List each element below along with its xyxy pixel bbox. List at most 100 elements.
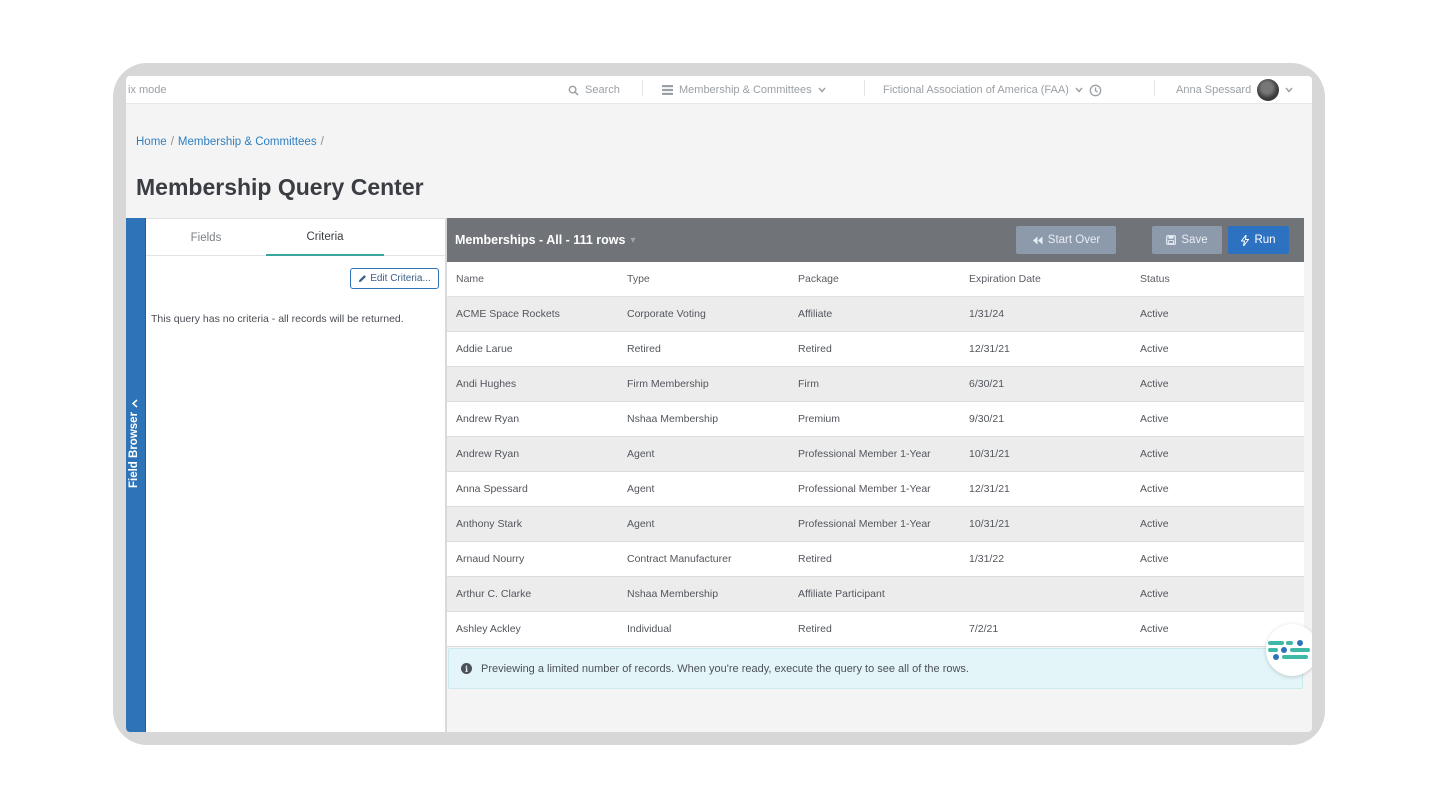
table-row[interactable]: Addie Larue Retired Retired 12/31/21 Act…: [447, 331, 1304, 367]
cell-package: Retired: [789, 611, 960, 647]
cell-expiration-date: 7/2/21: [960, 611, 1131, 647]
cell-package: Affiliate Participant: [789, 576, 960, 612]
cell-type: Nshaa Membership: [618, 576, 789, 612]
column-header-package[interactable]: Package: [789, 262, 960, 297]
cell-expiration-date: 1/31/22: [960, 541, 1131, 577]
save-icon: [1166, 235, 1177, 245]
no-criteria-message: This query has no criteria - all records…: [151, 313, 404, 325]
cell-name: ACME Space Rockets: [447, 296, 618, 332]
cell-package: Premium: [789, 401, 960, 437]
results-title[interactable]: Memberships - All - 111 rows ▾: [455, 233, 635, 247]
cell-status: Active: [1131, 401, 1304, 437]
cell-expiration-date: 1/31/24: [960, 296, 1131, 332]
cell-status: Active: [1131, 436, 1304, 472]
breadcrumb-home-link[interactable]: Home: [136, 136, 167, 148]
chevron-down-icon: [818, 87, 826, 93]
cell-type: Corporate Voting: [618, 296, 789, 332]
cell-expiration-date: 10/31/21: [960, 506, 1131, 542]
table-row[interactable]: Arthur C. Clarke Nshaa Membership Affili…: [447, 576, 1304, 612]
field-browser-toggle[interactable]: Field Browser: [126, 218, 146, 732]
table-row[interactable]: ACME Space Rockets Corporate Voting Affi…: [447, 296, 1304, 332]
table-row[interactable]: Anna Spessard Agent Professional Member …: [447, 471, 1304, 507]
table-row[interactable]: Andrew Ryan Agent Professional Member 1-…: [447, 436, 1304, 472]
device-frame: ix mode Search Membership & Committees F…: [113, 63, 1325, 745]
column-header-expiration-date[interactable]: Expiration Date: [960, 262, 1131, 297]
chevron-down-icon: [1285, 87, 1293, 93]
cell-status: Active: [1131, 541, 1304, 577]
column-header-type[interactable]: Type: [618, 262, 789, 297]
run-button[interactable]: Run: [1228, 226, 1289, 254]
mode-label: ix mode: [128, 84, 167, 96]
cell-type: Agent: [618, 471, 789, 507]
table-row[interactable]: Arnaud Nourry Contract Manufacturer Reti…: [447, 541, 1304, 577]
module-icon: [662, 85, 673, 95]
criteria-panel: Fields Criteria Edit Criteria... This qu…: [146, 218, 446, 732]
cell-status: Active: [1131, 331, 1304, 367]
cell-type: Firm Membership: [618, 366, 789, 402]
tab-fields[interactable]: Fields: [147, 219, 265, 256]
cell-name: Arnaud Nourry: [447, 541, 618, 577]
chevron-icon: [131, 399, 137, 408]
results-header: Memberships - All - 111 rows ▾ Start Ove…: [447, 218, 1304, 262]
search-placeholder: Search: [585, 84, 620, 96]
cell-expiration-date: [960, 576, 1131, 612]
cell-type: Agent: [618, 436, 789, 472]
cell-name: Anna Spessard: [447, 471, 618, 507]
cell-type: Nshaa Membership: [618, 401, 789, 437]
field-browser-label: Field Browser: [128, 399, 140, 488]
cell-package: Retired: [789, 541, 960, 577]
search-box[interactable]: Search: [568, 76, 620, 104]
tab-criteria[interactable]: Criteria: [266, 219, 384, 256]
caret-down-icon: ▾: [630, 234, 636, 246]
table-header-row: Name Type Package Expiration Date Status: [447, 262, 1304, 297]
cell-type: Individual: [618, 611, 789, 647]
start-over-button[interactable]: Start Over: [1016, 226, 1116, 254]
module-switcher[interactable]: Membership & Committees: [662, 76, 826, 104]
preview-notice-text: Previewing a limited number of records. …: [481, 662, 969, 675]
cell-expiration-date: 12/31/21: [960, 331, 1131, 367]
history-icon[interactable]: [1089, 84, 1102, 97]
cell-status: Active: [1131, 576, 1304, 612]
table-row[interactable]: Andrew Ryan Nshaa Membership Premium 9/3…: [447, 401, 1304, 437]
cell-expiration-date: 10/31/21: [960, 436, 1131, 472]
cell-expiration-date: 9/30/21: [960, 401, 1131, 437]
cell-package: Firm: [789, 366, 960, 402]
results-table: Name Type Package Expiration Date Status…: [447, 262, 1304, 647]
cell-status: Active: [1131, 506, 1304, 542]
edit-criteria-button[interactable]: Edit Criteria...: [350, 268, 439, 289]
cell-status: Active: [1131, 296, 1304, 332]
assistant-widget-button[interactable]: [1266, 624, 1312, 676]
cell-type: Agent: [618, 506, 789, 542]
breadcrumb: Home / Membership & Committees /: [136, 136, 324, 148]
top-bar: ix mode Search Membership & Committees F…: [126, 76, 1312, 104]
column-header-status[interactable]: Status: [1131, 262, 1304, 297]
avatar: [1257, 79, 1280, 101]
page-title: Membership Query Center: [136, 174, 424, 200]
cell-name: Anthony Stark: [447, 506, 618, 542]
user-name: Anna Spessard: [1176, 84, 1252, 96]
org-switcher[interactable]: Fictional Association of America (FAA): [883, 76, 1102, 104]
column-header-name[interactable]: Name: [447, 262, 618, 297]
cell-name: Ashley Ackley: [447, 611, 618, 647]
table-row[interactable]: Andi Hughes Firm Membership Firm 6/30/21…: [447, 366, 1304, 402]
rewind-icon: [1032, 236, 1043, 244]
cell-type: Contract Manufacturer: [618, 541, 789, 577]
info-icon: i: [461, 663, 472, 674]
panel-tabs: Fields Criteria: [146, 219, 446, 256]
breadcrumb-section-link[interactable]: Membership & Committees: [178, 136, 317, 148]
table-row[interactable]: Anthony Stark Agent Professional Member …: [447, 506, 1304, 542]
cell-name: Andi Hughes: [447, 366, 618, 402]
cell-name: Addie Larue: [447, 331, 618, 367]
results-panel: Memberships - All - 111 rows ▾ Start Ove…: [446, 218, 1304, 732]
cell-package: Professional Member 1-Year: [789, 506, 960, 542]
cell-expiration-date: 6/30/21: [960, 366, 1131, 402]
cell-package: Affiliate: [789, 296, 960, 332]
user-menu[interactable]: Anna Spessard: [1176, 76, 1293, 104]
table-row[interactable]: Ashley Ackley Individual Retired 7/2/21 …: [447, 611, 1304, 647]
cell-status: Active: [1131, 366, 1304, 402]
chevron-down-icon: [1075, 87, 1083, 93]
org-label: Fictional Association of America (FAA): [883, 84, 1069, 96]
save-button[interactable]: Save: [1152, 226, 1222, 254]
bolt-icon: [1241, 234, 1250, 246]
module-label: Membership & Committees: [679, 84, 812, 96]
